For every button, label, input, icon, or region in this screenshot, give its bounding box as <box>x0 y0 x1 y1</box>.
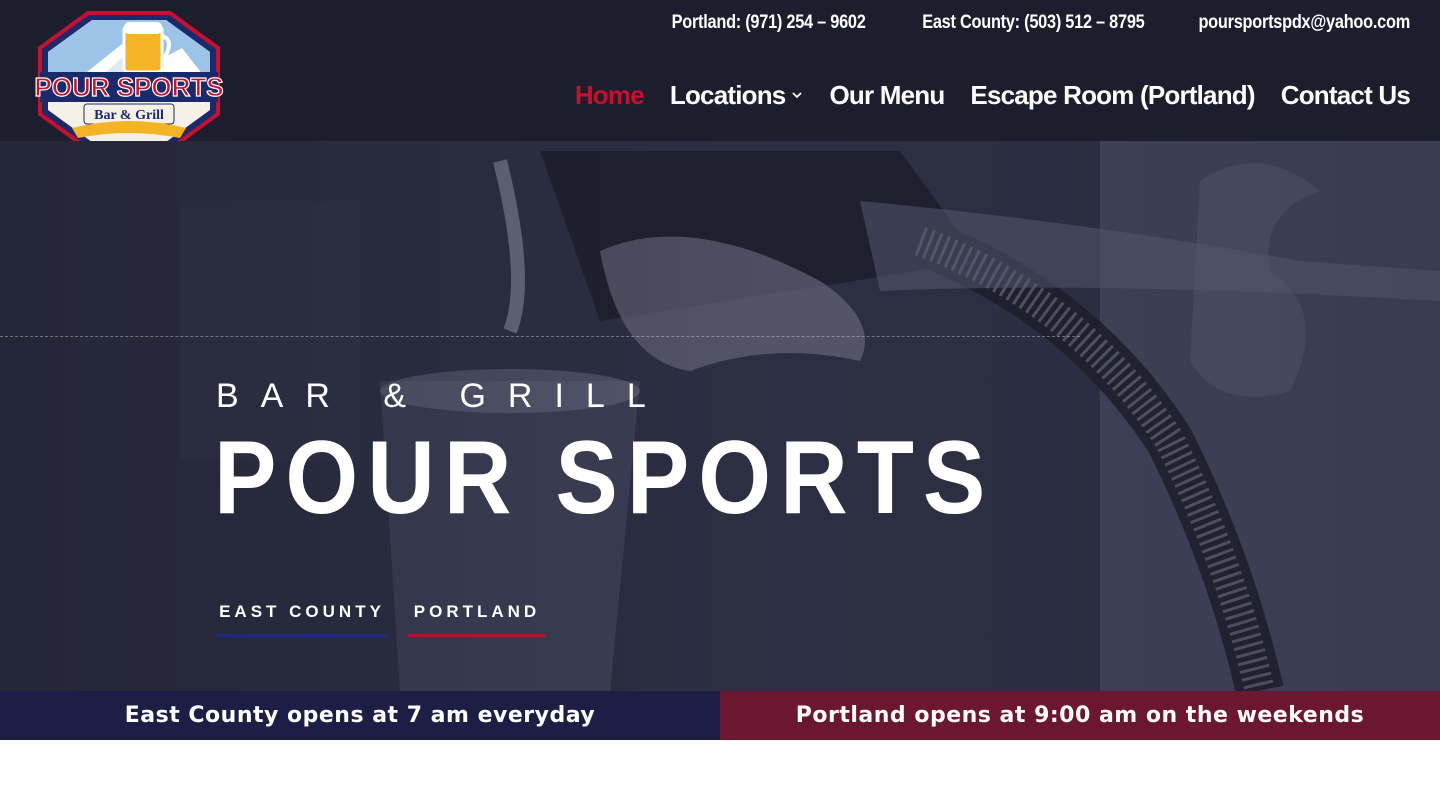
nav-item-home[interactable]: Home <box>574 79 645 111</box>
contact-topbar: Portland: (971) 254 – 9602 East County: … <box>640 10 1411 36</box>
svg-text:POUR SPORTS: POUR SPORTS <box>34 72 223 102</box>
hero-subtitle: BAR & GRILL <box>216 377 668 415</box>
hero-title: POUR SPORTS <box>214 420 995 536</box>
nav-item-locations[interactable]: Locations <box>670 80 804 111</box>
east-county-hours-banner: East County opens at 7 am everyday <box>0 691 720 740</box>
site-header: POUR SPORTS Bar & Grill Portland: (971) … <box>0 0 1440 151</box>
portland-hours-banner: Portland opens at 9:00 am on the weekend… <box>720 691 1440 740</box>
portland-hours-text: Portland opens at 9:00 am on the weekend… <box>795 703 1365 728</box>
hero-section: BAR & GRILL POUR SPORTS EAST COUNTY PORT… <box>0 141 1440 691</box>
east-county-button[interactable]: EAST COUNTY <box>216 589 388 637</box>
site-logo[interactable]: POUR SPORTS Bar & Grill <box>32 10 226 152</box>
chevron-down-icon <box>792 92 803 99</box>
portland-phone-link[interactable]: Portland: (971) 254 – 9602 <box>672 12 866 34</box>
nav-item-label: Contact Us <box>1280 79 1411 110</box>
svg-text:Bar & Grill: Bar & Grill <box>94 108 164 123</box>
nav-item-our-menu[interactable]: Our Menu <box>829 79 945 111</box>
logo-badge-icon: POUR SPORTS Bar & Grill <box>34 11 224 151</box>
nav-item-contact-us[interactable]: Contact Us <box>1280 79 1411 111</box>
portland-button[interactable]: PORTLAND <box>408 589 546 637</box>
nav-item-label: Our Menu <box>829 79 945 110</box>
email-link[interactable]: poursportspdx@yahoo.com <box>1198 12 1410 34</box>
dashed-divider <box>0 336 1080 337</box>
nav-item-escape-room[interactable]: Escape Room (Portland) <box>970 79 1255 111</box>
east-county-hours-text: East County opens at 7 am everyday <box>124 703 596 728</box>
nav-item-label: Escape Room (Portland) <box>970 79 1255 110</box>
nav-item-label: Locations <box>669 79 786 110</box>
main-nav: Home Locations Our Menu Escape Room (Por… <box>574 76 1411 114</box>
nav-item-label: Home <box>574 79 645 110</box>
east-county-phone-link[interactable]: East County: (503) 512 – 8795 <box>922 12 1145 34</box>
